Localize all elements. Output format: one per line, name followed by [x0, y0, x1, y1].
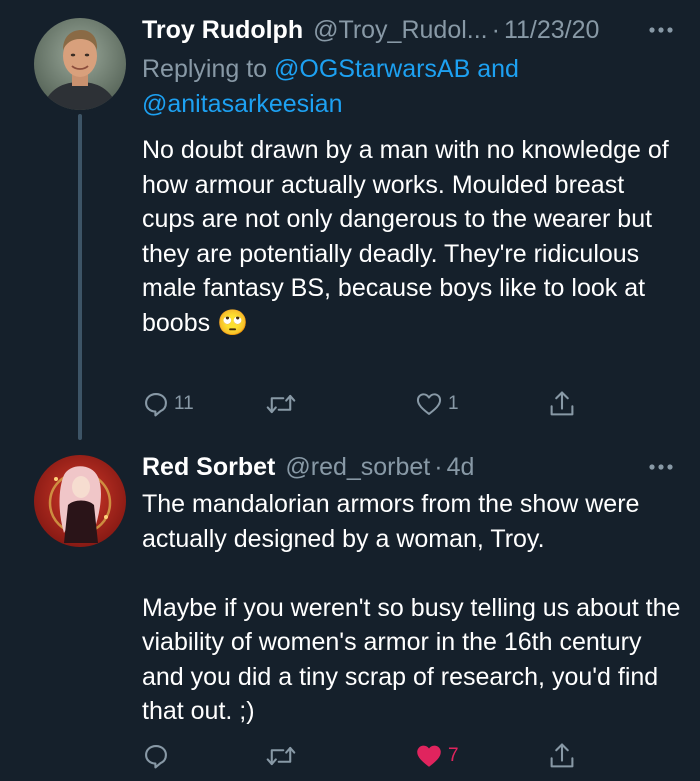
action-bar: 11 1: [142, 387, 592, 421]
tweet-text: No doubt drawn by a man with no knowledg…: [142, 133, 682, 340]
separator-dot: ·: [491, 15, 500, 44]
action-bar: 7: [142, 739, 592, 773]
tweet-paragraph: Maybe if you weren't so busy telling us …: [142, 593, 681, 726]
display-name[interactable]: Red Sorbet: [142, 453, 275, 482]
reply-button[interactable]: 11: [142, 387, 194, 421]
tweet: Red Sorbet @red_sorbet · 4d The mandalor…: [0, 445, 700, 781]
user-handle[interactable]: @Troy_Rudol...: [313, 16, 488, 45]
tweet-header: Troy Rudolph @Troy_Rudol... · 11/23/20: [142, 12, 676, 48]
reply-icon: [145, 745, 167, 769]
heart-filled-icon: [417, 745, 441, 767]
share-button[interactable]: [548, 387, 576, 421]
replying-to-and: and: [477, 55, 519, 83]
like-count: 7: [448, 745, 459, 766]
share-button[interactable]: [548, 739, 576, 773]
timestamp[interactable]: 4d: [447, 453, 475, 482]
replying-to-label: Replying to: [142, 55, 268, 83]
tweet-text-content: No doubt drawn by a man with no knowledg…: [142, 136, 669, 337]
retweet-button[interactable]: [266, 387, 300, 421]
retweet-icon: [266, 746, 296, 766]
anime-character-red-avatar-icon: [34, 455, 126, 547]
tweet-text: The mandalorian armors from the show wer…: [142, 487, 682, 729]
display-name[interactable]: Troy Rudolph: [142, 16, 303, 45]
avatar[interactable]: [34, 18, 126, 110]
thread-line: [78, 114, 82, 440]
timestamp[interactable]: 11/23/20: [504, 16, 599, 45]
man-portrait-avatar-icon: [34, 18, 126, 110]
like-button[interactable]: 7: [414, 739, 459, 773]
tweet: Troy Rudolph @Troy_Rudol... · 11/23/20 R…: [0, 0, 700, 445]
heart-icon: [416, 393, 442, 415]
avatar[interactable]: [34, 455, 126, 547]
separator-dot: ·: [434, 452, 443, 481]
like-button[interactable]: 1: [414, 387, 459, 421]
more-options-icon[interactable]: [646, 16, 676, 44]
share-icon: [550, 743, 574, 768]
tweet-header: Red Sorbet @red_sorbet · 4d: [142, 449, 676, 485]
reply-icon: [145, 393, 167, 417]
reply-count: 11: [174, 393, 194, 414]
retweet-icon: [266, 394, 296, 414]
tweet-paragraph: The mandalorian armors from the show wer…: [142, 490, 640, 553]
mention-link[interactable]: @anitasarkeesian: [142, 90, 343, 118]
reply-button[interactable]: [142, 739, 174, 773]
retweet-button[interactable]: [266, 739, 300, 773]
share-icon: [550, 391, 574, 416]
user-handle[interactable]: @red_sorbet: [285, 453, 430, 482]
like-count: 1: [448, 393, 459, 414]
more-options-icon[interactable]: [646, 453, 676, 481]
replying-to: Replying to @OGStarwarsAB and @anitasark…: [142, 52, 682, 122]
mention-link[interactable]: @OGStarwarsAB: [274, 55, 470, 83]
eye-roll-emoji-icon: 🙄: [217, 308, 249, 337]
